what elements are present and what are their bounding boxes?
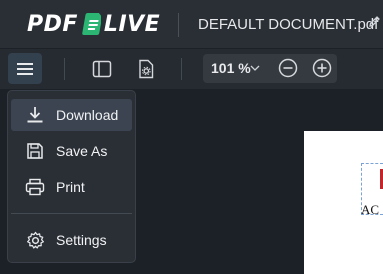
zoom-in-button[interactable] <box>311 57 333 79</box>
page-text-fragment: AC <box>361 202 380 217</box>
save-icon <box>25 141 45 161</box>
sidebar-panel-icon <box>92 60 112 78</box>
pdflive-logo[interactable]: PDF LIVE <box>27 11 160 37</box>
document-title[interactable]: DEFAULT DOCUMENT.pdf <box>198 16 378 33</box>
menu-item-download[interactable]: Download <box>11 99 132 131</box>
hamburger-icon <box>17 62 33 75</box>
menu-item-label: Download <box>56 107 119 123</box>
plus-circle-icon <box>312 58 332 78</box>
zoom-value[interactable]: 101 % <box>211 60 251 76</box>
zoom-out-button[interactable] <box>277 57 299 79</box>
menu-separator <box>11 213 132 214</box>
page-settings-button[interactable] <box>134 57 158 81</box>
menu-item-label: Print <box>56 179 85 195</box>
edit-pencil-icon[interactable] <box>368 15 381 33</box>
logo-document-icon <box>81 12 103 36</box>
menu-item-print[interactable]: Print <box>11 171 132 203</box>
menu-item-save-as[interactable]: Save As <box>11 135 132 167</box>
menu-item-settings[interactable]: Settings <box>11 224 132 256</box>
page-gear-icon <box>139 59 154 79</box>
header-divider <box>178 13 179 37</box>
print-icon <box>25 177 45 197</box>
sidebar-toggle-button[interactable] <box>90 57 114 81</box>
app-header: PDF LIVE DEFAULT DOCUMENT.pdf <box>0 0 383 48</box>
menu-item-label: Settings <box>56 232 107 248</box>
menu-button[interactable] <box>8 53 42 84</box>
toolbar-separator <box>181 58 182 80</box>
file-menu-dropdown: Download Save As Print Settings <box>7 90 136 263</box>
gear-icon <box>25 230 45 250</box>
zoom-dropdown[interactable] <box>248 60 262 76</box>
toolbar-separator <box>64 58 65 80</box>
download-icon <box>25 105 45 125</box>
logo-text-live: LIVE <box>103 11 161 37</box>
logo-text-pdf: PDF <box>27 11 78 37</box>
minus-circle-icon <box>278 58 298 78</box>
chevron-down-icon <box>250 65 260 71</box>
menu-item-label: Save As <box>56 143 108 159</box>
